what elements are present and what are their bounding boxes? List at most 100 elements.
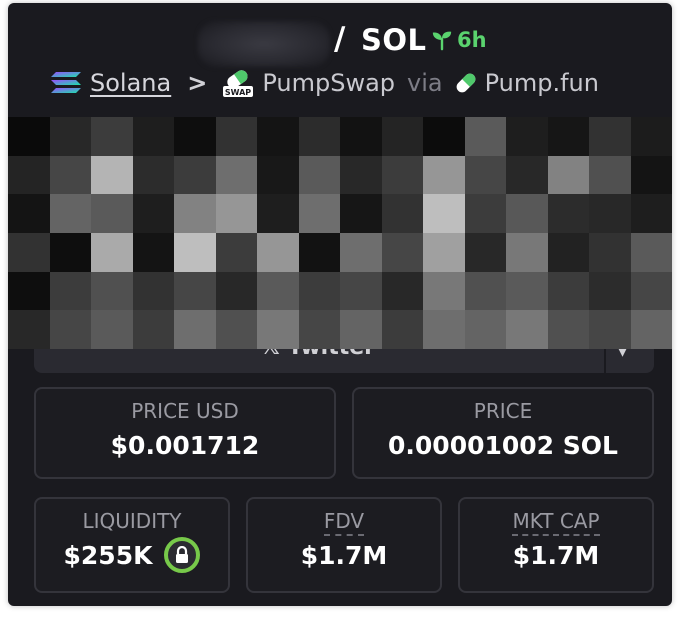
liquidity-value: $255K bbox=[63, 540, 153, 570]
mosaic-cell bbox=[91, 155, 133, 195]
mosaic-cell bbox=[547, 271, 589, 311]
mosaic-cell bbox=[464, 271, 506, 311]
mosaic-cell bbox=[340, 155, 382, 195]
mosaic-cell bbox=[423, 310, 465, 349]
via-label: via bbox=[407, 69, 443, 97]
mosaic-cell bbox=[381, 271, 423, 311]
token-banner-redacted bbox=[8, 117, 672, 349]
mosaic-cell bbox=[506, 194, 548, 233]
mosaic-cell bbox=[174, 233, 216, 272]
mosaic-cell bbox=[8, 310, 50, 349]
mosaic-cell bbox=[49, 233, 91, 272]
mosaic-cell bbox=[174, 310, 216, 349]
x-icon: 𝕏 bbox=[262, 349, 280, 360]
mosaic-cell bbox=[132, 310, 174, 349]
mosaic-cell bbox=[464, 194, 506, 233]
mosaic-cell bbox=[464, 233, 506, 272]
mosaic-cell bbox=[464, 155, 506, 195]
mosaic-cell bbox=[257, 194, 299, 233]
mosaic-cell bbox=[298, 117, 340, 156]
lock-icon[interactable] bbox=[164, 537, 201, 573]
mosaic-cell bbox=[8, 233, 50, 272]
mosaic-cell bbox=[381, 233, 423, 272]
pair-age-text: 6h bbox=[457, 28, 487, 52]
mosaic-cell bbox=[8, 271, 50, 311]
mosaic-cell bbox=[547, 117, 589, 156]
mosaic-cell bbox=[423, 194, 465, 233]
mosaic-cell bbox=[506, 117, 548, 156]
launchpad-breadcrumb[interactable]: Pump.fun bbox=[453, 69, 599, 97]
mosaic-cell bbox=[589, 271, 631, 311]
mosaic-cell bbox=[298, 310, 340, 349]
price-usd-value: $0.001712 bbox=[110, 431, 260, 460]
quote-token-symbol: SOL bbox=[361, 23, 427, 57]
mosaic-cell bbox=[174, 271, 216, 311]
mosaic-cell bbox=[8, 194, 50, 233]
mosaic-cell bbox=[423, 155, 465, 195]
mosaic-cell bbox=[506, 271, 548, 311]
dex-name[interactable]: PumpSwap bbox=[262, 69, 395, 97]
mosaic-cell bbox=[257, 117, 299, 156]
mosaic-cell bbox=[298, 155, 340, 195]
pair-info-panel: / SOL 6h Solana > SWAP PumpSwap via Pump… bbox=[8, 3, 672, 606]
mosaic-cell bbox=[91, 117, 133, 156]
mosaic-cell bbox=[630, 310, 672, 349]
mosaic-cell bbox=[381, 155, 423, 195]
mosaic-cell bbox=[257, 155, 299, 195]
breadcrumb-separator: > bbox=[187, 69, 208, 97]
mosaic-cell bbox=[589, 117, 631, 156]
mosaic-cell bbox=[464, 310, 506, 349]
mosaic-cell bbox=[49, 117, 91, 156]
launchpad-name[interactable]: Pump.fun bbox=[485, 69, 599, 97]
dex-breadcrumb[interactable]: SWAP PumpSwap bbox=[221, 67, 395, 99]
price-usd-label: PRICE USD bbox=[131, 399, 239, 423]
mosaic-cell bbox=[132, 233, 174, 272]
mosaic-cell bbox=[257, 233, 299, 272]
mosaic-cell bbox=[547, 155, 589, 195]
pumpswap-icon: SWAP bbox=[223, 70, 254, 97]
mosaic-cell bbox=[49, 194, 91, 233]
mosaic-cell bbox=[49, 271, 91, 311]
mosaic-cell bbox=[298, 271, 340, 311]
mosaic-cell bbox=[8, 155, 50, 195]
mosaic-cell bbox=[506, 155, 548, 195]
mosaic-cell bbox=[381, 194, 423, 233]
twitter-link[interactable]: 𝕏 Twitter bbox=[262, 349, 375, 360]
mosaic-cell bbox=[132, 155, 174, 195]
mkt-cap-label[interactable]: MKT CAP bbox=[512, 509, 600, 536]
twitter-label: Twitter bbox=[288, 349, 375, 360]
price-usd-card: PRICE USD $0.001712 bbox=[34, 387, 336, 479]
social-links-bar[interactable]: 𝕏 Twitter ▾ bbox=[34, 349, 654, 373]
liquidity-label: LIQUIDITY bbox=[82, 509, 182, 533]
price-native-card: PRICE 0.00001002 SOL bbox=[352, 387, 654, 479]
mosaic-cell bbox=[49, 310, 91, 349]
mosaic-cell bbox=[91, 271, 133, 311]
mosaic-cell bbox=[589, 155, 631, 195]
mosaic-cell bbox=[91, 194, 133, 233]
mosaic-cell bbox=[215, 271, 257, 311]
mosaic-cell bbox=[340, 194, 382, 233]
mosaic-cell bbox=[132, 271, 174, 311]
solana-icon bbox=[51, 72, 81, 93]
liquidity-card: LIQUIDITY $255K bbox=[34, 497, 230, 593]
mosaic-cell bbox=[91, 310, 133, 349]
mosaic-cell bbox=[49, 155, 91, 195]
price-native-value: 0.00001002 SOL bbox=[388, 431, 618, 460]
social-divider bbox=[604, 349, 606, 373]
pill-icon bbox=[456, 73, 475, 93]
chevron-down-icon[interactable]: ▾ bbox=[618, 349, 627, 362]
pair-title: / SOL 6h bbox=[8, 15, 672, 67]
chain-breadcrumb[interactable]: Solana bbox=[50, 69, 171, 97]
fdv-label[interactable]: FDV bbox=[323, 509, 365, 536]
breadcrumb: Solana > SWAP PumpSwap via Pump.fun bbox=[50, 67, 599, 99]
chain-link[interactable]: Solana bbox=[90, 69, 171, 97]
mosaic-cell bbox=[381, 117, 423, 156]
mosaic-cell bbox=[547, 310, 589, 349]
fdv-card: FDV $1.7M bbox=[246, 497, 442, 593]
mosaic-cell bbox=[174, 155, 216, 195]
liquidity-value-row: $255K bbox=[36, 537, 228, 573]
mosaic-cell bbox=[257, 310, 299, 349]
mosaic-cell bbox=[506, 233, 548, 272]
mosaic-cell bbox=[423, 117, 465, 156]
mosaic-cell bbox=[257, 271, 299, 311]
